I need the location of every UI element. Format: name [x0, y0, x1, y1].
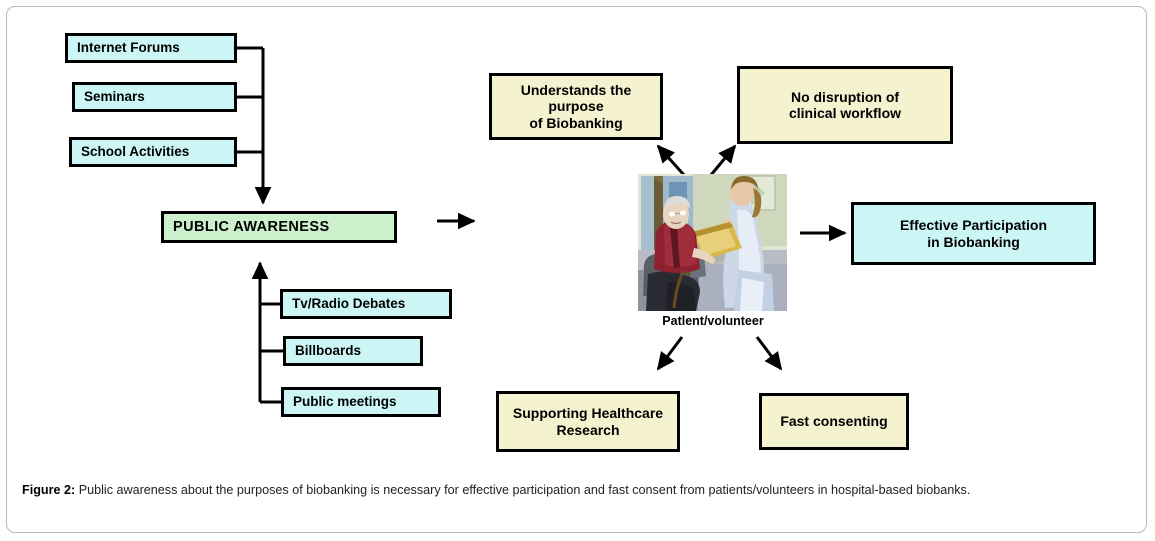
node-fast-consenting-text: Fast consenting — [780, 413, 887, 429]
node-supporting-healthcare-research-line1: Supporting Healthcare — [512, 405, 664, 422]
figure-caption: Figure 2: Public awareness about the pur… — [22, 481, 1132, 499]
node-seminars[interactable]: Seminars — [72, 82, 237, 112]
node-tv-radio-debates-label: Tv/Radio Debates — [292, 296, 406, 312]
node-public-meetings-label: Public meetings — [293, 394, 397, 410]
node-public-meetings[interactable]: Public meetings — [281, 387, 441, 417]
figure-caption-label: Figure 2: — [22, 483, 76, 497]
node-supporting-healthcare-research-text: Supporting Healthcare Research — [513, 405, 663, 437]
node-effective-participation[interactable]: Effective Participation in Biobanking — [851, 202, 1096, 265]
node-no-disruption-line2: clinical workflow — [788, 105, 902, 121]
node-understands-purpose-text: Understands the purpose of Biobanking — [521, 82, 631, 130]
node-public-awareness[interactable]: PUBLIC AWARENESS — [161, 211, 397, 243]
figure-container: Internet Forums Seminars School Activiti… — [0, 0, 1155, 541]
node-internet-forums-label: Internet Forums — [77, 40, 180, 56]
node-billboards[interactable]: Billboards — [283, 336, 423, 366]
node-effective-participation-line1: Effective Participation — [899, 217, 1048, 234]
node-school-activities-label: School Activities — [81, 144, 190, 160]
diagram-canvas: Internet Forums Seminars School Activiti… — [0, 0, 1155, 470]
node-seminars-label: Seminars — [84, 89, 145, 105]
node-fast-consenting[interactable]: Fast consenting — [759, 393, 909, 450]
node-no-disruption-text: No disruption of clinical workflow — [789, 89, 901, 121]
node-tv-radio-debates[interactable]: Tv/Radio Debates — [280, 289, 452, 319]
node-billboards-label: Billboards — [295, 343, 362, 359]
node-internet-forums[interactable]: Internet Forums — [65, 33, 237, 63]
node-no-disruption[interactable]: No disruption of clinical workflow — [737, 66, 953, 144]
node-effective-participation-text: Effective Participation in Biobanking — [900, 217, 1047, 249]
node-no-disruption-line1: No disruption of — [790, 88, 900, 105]
node-understands-purpose-line1: Understands the — [520, 82, 632, 99]
node-understands-purpose-line3: of Biobanking — [529, 114, 623, 131]
node-understands-purpose[interactable]: Understands the purpose of Biobanking — [489, 73, 663, 140]
patient-volunteer-caption: Patlent/volunteer — [662, 314, 764, 328]
node-fast-consenting-line1: Fast consenting — [780, 413, 888, 430]
figure-caption-text: Public awareness about the purposes of b… — [78, 483, 971, 497]
node-understands-purpose-line2: purpose — [548, 98, 604, 115]
node-supporting-healthcare-research[interactable]: Supporting Healthcare Research — [496, 391, 680, 452]
node-public-awareness-label: PUBLIC AWARENESS — [173, 218, 330, 235]
node-school-activities[interactable]: School Activities — [69, 137, 237, 167]
node-supporting-healthcare-research-line2: Research — [556, 421, 620, 438]
patient-volunteer-image — [638, 174, 787, 311]
node-effective-participation-line2: in Biobanking — [927, 233, 1020, 250]
